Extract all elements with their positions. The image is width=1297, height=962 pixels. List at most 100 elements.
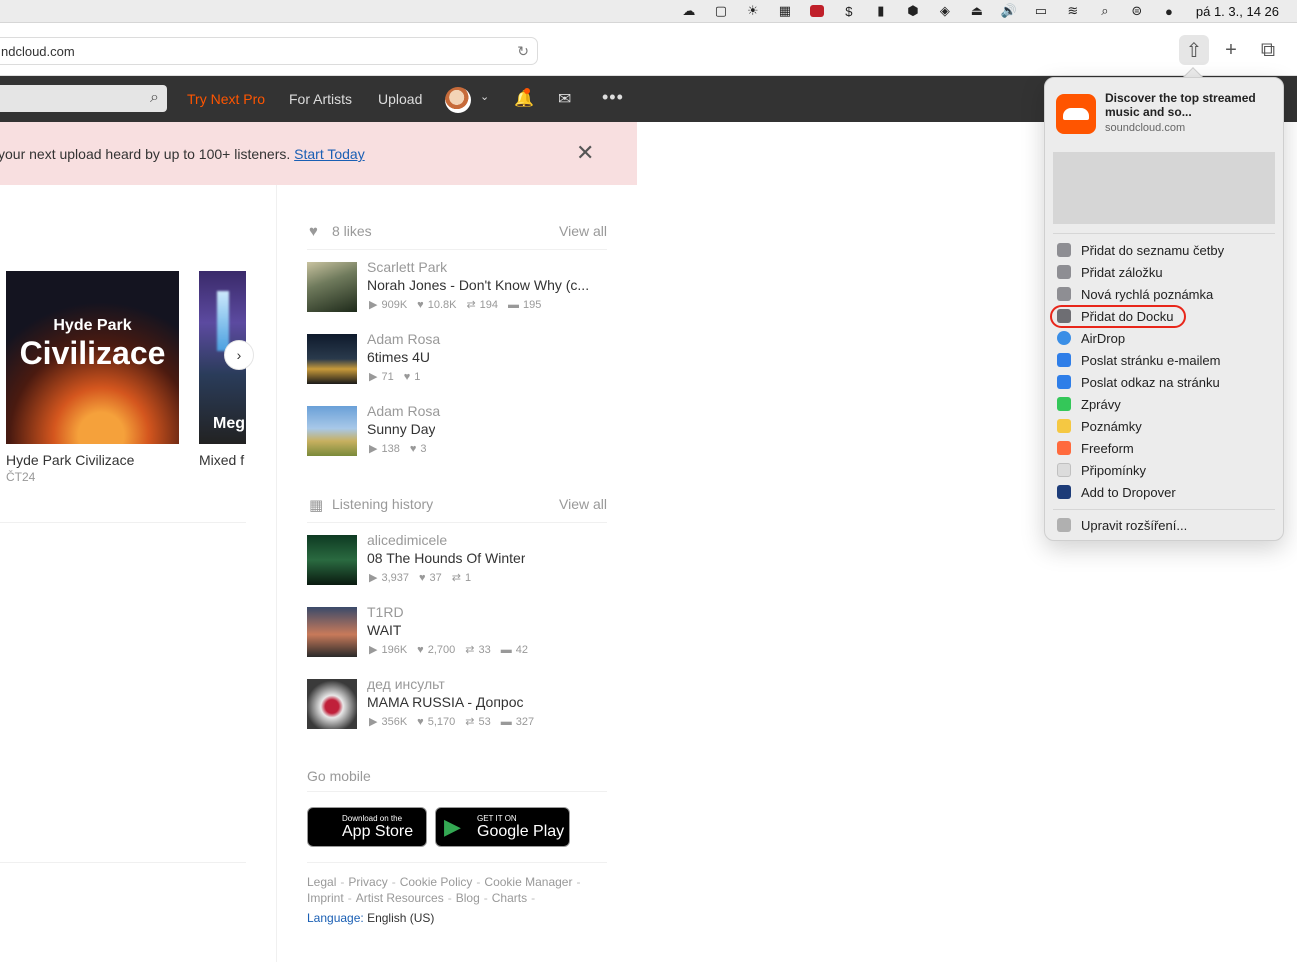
close-icon[interactable]: ✕ [576,140,594,166]
list-item[interactable]: alicedimicele 08 The Hounds Of Winter ▶ 3… [307,532,607,587]
window-icon[interactable]: ▢ [712,3,730,18]
likes-count[interactable]: 8 likes [332,223,372,239]
menu-item-messages[interactable]: Zprávy [1053,393,1275,415]
artwork-text-line2: Civilizace [19,335,166,371]
list-item[interactable]: Adam Rosa Sunny Day ▶ 138 ♥ 3 [307,403,607,458]
reload-icon[interactable]: ↻ [517,43,529,60]
tab-overview-button[interactable]: ⧉ [1253,35,1283,65]
list-item[interactable]: Scarlett Park Norah Jones - Don't Know W… [307,259,607,314]
list-item[interactable]: T1RD WAIT ▶ 196K ♥ 2,700 ⇄ 33 ▬ 42 [307,604,607,659]
track-artwork[interactable] [307,406,357,456]
track-artist[interactable]: T1RD [367,604,404,620]
avatar[interactable] [445,87,471,113]
footer-link-cookie-manager[interactable]: Cookie Manager [484,875,572,889]
track-title[interactable]: Norah Jones - Don't Know Why (c... [367,277,589,293]
menu-item-reminders[interactable]: Připomínky [1053,459,1275,481]
menu-item-email-link[interactable]: Poslat odkaz na stránku [1053,371,1275,393]
track-artist[interactable]: дед инсульт [367,676,445,692]
track-title[interactable]: MAMA RUSSIA - Допрос [367,694,524,710]
playlist-card-artwork[interactable]: Hyde Park Civilizace [6,271,179,444]
card-title[interactable]: Mixed f [199,452,246,468]
menu-item-email-page[interactable]: Poslat stránku e-mailem [1053,349,1275,371]
more-icon[interactable]: ••• [602,87,624,108]
share-button[interactable]: ⇧ [1179,35,1209,65]
notification-dot [524,88,530,94]
spotlight-search-icon[interactable]: ⌕ [1096,3,1114,18]
track-title[interactable]: 6times 4U [367,349,430,365]
footer-link-cookie-policy[interactable]: Cookie Policy [400,875,473,889]
battery-icon[interactable]: ▭ [1032,3,1050,18]
language-value[interactable]: English (US) [367,911,434,925]
search-icon[interactable]: ⌕ [150,89,159,107]
control-center-icon[interactable]: ⊜ [1128,3,1146,18]
track-artwork[interactable] [307,334,357,384]
menu-item-airdrop[interactable]: AirDrop [1053,327,1275,349]
volume-bars-icon[interactable]: ▮ [872,3,890,18]
card-title[interactable]: Hyde Park Civilizace [6,452,134,468]
menu-item-add-bookmark[interactable]: Přidat záložku [1053,261,1275,283]
grid-icon[interactable]: ▦ [776,3,794,18]
divider [0,522,246,523]
upload-link[interactable]: Upload [378,91,422,107]
track-artist[interactable]: Scarlett Park [367,259,447,275]
share-page-title: Discover the top streamed music and so..… [1105,91,1256,119]
list-item[interactable]: дед инсульт MAMA RUSSIA - Допрос ▶ 356K ♥… [307,676,607,731]
artwork-light-beam [217,291,229,351]
layers-icon[interactable]: ◈ [936,3,954,18]
history-view-all-link[interactable]: View all [559,496,607,512]
book-icon[interactable] [808,4,826,18]
play-count: 909K [381,298,408,311]
carousel-next-button[interactable]: › [224,340,254,370]
track-title[interactable]: Sunny Day [367,421,435,437]
track-artwork[interactable] [307,535,357,585]
track-artist[interactable]: Adam Rosa [367,403,440,419]
footer-link-charts[interactable]: Charts [492,891,527,905]
footer-link-artist-resources[interactable]: Artist Resources [356,891,444,905]
menu-item-notes[interactable]: Poznámky [1053,415,1275,437]
history-label[interactable]: Listening history [332,496,433,512]
card-subtitle[interactable]: ČT24 [6,470,35,484]
menu-item-edit-extensions[interactable]: Upravit rozšíření... [1053,514,1275,536]
search-input[interactable]: ⌕ [0,85,167,112]
divider [307,862,607,863]
list-item[interactable]: Adam Rosa 6times 4U ▶ 71 ♥ 1 [307,331,607,386]
like-count: 1 [414,370,421,383]
language-selector[interactable]: Language: English (US) [307,911,434,925]
speaker-icon[interactable]: 🔊 [1000,3,1018,18]
track-artwork[interactable] [307,607,357,657]
footer-link-blog[interactable]: Blog [456,891,480,905]
footer-link-imprint[interactable]: Imprint [307,891,344,905]
likes-view-all-link[interactable]: View all [559,223,607,239]
track-artwork[interactable] [307,262,357,312]
track-artist[interactable]: alicedimicele [367,532,447,548]
app-store-badge[interactable]: Download on the App Store [307,807,427,847]
new-tab-button[interactable]: + [1216,35,1246,65]
footer-link-legal[interactable]: Legal [307,875,336,889]
for-artists-link[interactable]: For Artists [289,91,352,107]
eject-icon[interactable]: ⏏ [968,3,986,18]
wifi-icon[interactable]: ≋ [1064,3,1082,18]
start-today-link[interactable]: Start Today [294,146,365,162]
address-bar[interactable]: ndcloud.com ↻ [0,37,538,65]
google-play-badge[interactable]: ▶ GET IT ON Google Play [435,807,570,847]
menu-item-dropover[interactable]: Add to Dropover [1053,481,1275,503]
mail-icon[interactable]: ✉ [558,89,571,109]
menu-item-freeform[interactable]: Freeform [1053,437,1275,459]
menubar-clock[interactable]: pá 1. 3., 14 26 [1196,4,1279,19]
cloud-icon[interactable]: ☁ [680,3,698,18]
try-next-pro-link[interactable]: Try Next Pro [187,91,265,107]
menu-item-quick-note[interactable]: Nová rychlá poznámka [1053,283,1275,305]
siri-icon[interactable]: ● [1160,4,1178,19]
track-artwork[interactable] [307,679,357,729]
dollar-icon[interactable]: $ [840,4,858,19]
heart-icon: ♥ [417,643,424,656]
chevron-down-icon[interactable]: ⌄ [480,90,489,103]
track-artist[interactable]: Adam Rosa [367,331,440,347]
menu-item-reading-list[interactable]: Přidat do seznamu četby [1053,239,1275,261]
brightness-icon[interactable]: ☀ [744,3,762,18]
track-title[interactable]: WAIT [367,622,401,638]
shield-icon[interactable]: ⬢ [904,3,922,18]
address-text[interactable]: ndcloud.com [1,44,75,59]
footer-link-privacy[interactable]: Privacy [348,875,387,889]
track-title[interactable]: 08 The Hounds Of Winter [367,550,525,566]
